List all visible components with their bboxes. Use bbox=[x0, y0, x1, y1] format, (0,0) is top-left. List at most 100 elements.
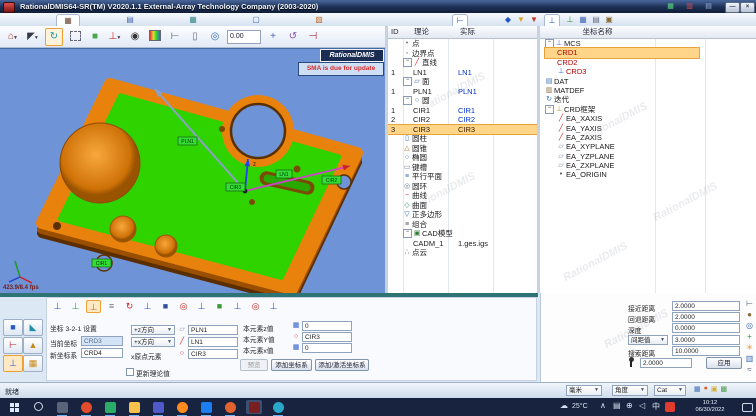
feature-label-pln1[interactable]: PLN1 bbox=[178, 137, 197, 145]
feature-tree-row[interactable]: ▯圆柱 bbox=[388, 134, 537, 144]
coord-tree-row[interactable]: ▱EA_YZPLANE bbox=[545, 152, 699, 161]
zoom-search-icon[interactable]: ◎ bbox=[207, 29, 223, 45]
wechat-icon[interactable] bbox=[102, 400, 118, 414]
update-theoretical-checkbox[interactable]: 更新理论值 bbox=[126, 363, 170, 381]
feature-tree-row[interactable]: −╱直线 bbox=[388, 58, 537, 68]
select-cursor-icon[interactable]: ◤▼ bbox=[25, 29, 41, 45]
z-direction-field[interactable]: PLN1 bbox=[188, 325, 238, 335]
feature-tree-row[interactable]: −▱面 bbox=[388, 77, 537, 87]
feature-tree-row[interactable]: 1CIR1CIR1 bbox=[388, 106, 537, 116]
coord-tree-row[interactable]: CRD1 bbox=[545, 48, 699, 57]
model-import-icon[interactable]: ■ bbox=[87, 29, 103, 45]
link-status-icon[interactable]: ▩ bbox=[720, 385, 727, 393]
csys-axes-icon[interactable]: ⊥ bbox=[140, 300, 155, 313]
depth-field[interactable]: 0.0000 bbox=[672, 323, 740, 333]
csys-translate-icon[interactable]: ⊥ bbox=[194, 300, 209, 313]
grid-icon[interactable]: ▦ bbox=[576, 14, 590, 25]
coord-tree-row[interactable]: ▱EA_ZXPLANE bbox=[545, 161, 699, 170]
coord-tree-row[interactable]: ⊥CRD3 bbox=[545, 67, 699, 76]
workstation-icon[interactable]: ▤ bbox=[702, 2, 715, 11]
cad-scene[interactable]: z PLN1 CIR3 LN1 CIR2 CIR1 bbox=[0, 49, 385, 294]
feature-tree-row[interactable]: CADM_11.ges.igs bbox=[388, 239, 537, 249]
feature-label-ln1[interactable]: LN1 bbox=[276, 170, 292, 178]
csys-offset-icon[interactable]: ≡ bbox=[104, 300, 119, 313]
probe-icon[interactable]: ⊢ bbox=[167, 29, 183, 45]
csys-iterate-icon[interactable]: ◎ bbox=[176, 300, 191, 313]
app-icon[interactable] bbox=[3, 2, 15, 13]
offset-input[interactable]: 0.00 bbox=[227, 30, 261, 44]
linear-unit-dropdown[interactable]: 毫米▼ bbox=[566, 385, 602, 396]
feature-label-cir2[interactable]: CIR2 bbox=[322, 176, 341, 184]
clip-plane-icon[interactable]: + bbox=[265, 29, 281, 45]
feature-tree-row[interactable]: ◇曲面 bbox=[388, 201, 537, 211]
close-button[interactable]: × bbox=[740, 2, 755, 13]
pocket-circle[interactable] bbox=[60, 123, 140, 203]
grid-status-icon[interactable]: ▦ bbox=[694, 385, 701, 393]
hand-probe-icon[interactable]: ● bbox=[744, 310, 755, 320]
feature-label-cir1[interactable]: CIR1 bbox=[92, 259, 111, 267]
ime-indicator[interactable]: 中 bbox=[652, 401, 660, 412]
checkbox-icon[interactable] bbox=[126, 368, 134, 376]
feature-tree-row[interactable]: ◦边界点 bbox=[388, 49, 537, 59]
feature-tree-row[interactable]: ~曲线 bbox=[388, 191, 537, 201]
coord-tree-row[interactable]: ▥MATDEF bbox=[545, 86, 687, 95]
apply-button[interactable]: 应用 bbox=[706, 357, 742, 369]
coord-tree-row[interactable]: •EA_ORIGIN bbox=[545, 170, 699, 179]
new-coord-field[interactable]: CRD4 bbox=[81, 348, 123, 358]
cube-probe-icon[interactable]: ■ bbox=[3, 319, 23, 336]
add-coord-button[interactable]: 添加坐标系 bbox=[271, 359, 312, 371]
add-activate-coord-button[interactable]: 添加/激活坐标系 bbox=[315, 359, 369, 371]
chart-icon[interactable]: ▥ bbox=[744, 354, 755, 364]
coord-axes-icon[interactable]: ⊥ bbox=[544, 14, 560, 26]
expander-icon[interactable]: − bbox=[403, 229, 412, 238]
z-direction-dropdown[interactable]: +z方向▼ bbox=[131, 325, 175, 335]
coord-tree-row[interactable]: ▱EA_XYPLANE bbox=[545, 142, 699, 151]
x-value-field[interactable]: 0 bbox=[302, 343, 352, 353]
feature-tree-row[interactable]: ○椭圆 bbox=[388, 153, 537, 163]
tab-report-tab-icon[interactable]: ▤ bbox=[119, 14, 141, 25]
angle-unit-dropdown[interactable]: 角度▼ bbox=[612, 385, 648, 396]
export-icon[interactable]: ▣ bbox=[602, 14, 616, 25]
feature-tree-row[interactable]: −○圆 bbox=[388, 96, 537, 106]
settings-icon[interactable]: ≈ bbox=[744, 365, 755, 375]
probe-head-icon[interactable]: ⊣ bbox=[305, 29, 321, 45]
start-button[interactable] bbox=[6, 400, 22, 414]
csys-321-setup-icon[interactable]: ⊥ bbox=[86, 300, 101, 313]
machine-csys-icon[interactable]: ⊥ bbox=[266, 300, 281, 313]
delete-icon[interactable]: ▯ bbox=[187, 29, 203, 45]
coord-tree-row[interactable]: ╱EA_YAXIS bbox=[545, 124, 699, 133]
csys-point-line-plane-icon[interactable]: ⊥ bbox=[68, 300, 83, 313]
feature-tree-row[interactable]: ≡平行平面 bbox=[388, 172, 537, 182]
tab-table-tab-icon[interactable]: ▦ bbox=[182, 14, 204, 25]
weather-icon[interactable]: ☁ bbox=[560, 401, 568, 410]
x-direction-dropdown[interactable]: +x方向▼ bbox=[131, 337, 175, 347]
expander-icon[interactable]: − bbox=[545, 105, 554, 114]
probe-red-icon[interactable]: ⊢ bbox=[3, 337, 23, 354]
shield-360-icon[interactable] bbox=[78, 400, 94, 414]
colormap-icon[interactable] bbox=[147, 29, 163, 45]
feature-tree-row[interactable]: 3CIR3CIR3 bbox=[388, 125, 537, 135]
feature-tree-row[interactable]: 1LN1LN1 bbox=[388, 68, 537, 78]
rationaldmis-icon[interactable] bbox=[246, 400, 262, 414]
coord-tree-row[interactable]: ╱EA_ZAXIS bbox=[545, 133, 699, 142]
feature-tree-row[interactable]: ∴点云 bbox=[388, 248, 537, 258]
minimize-button[interactable]: — bbox=[725, 2, 740, 13]
csys-label-icon[interactable]: ⊥ bbox=[230, 300, 245, 313]
notification-icon[interactable] bbox=[742, 403, 753, 412]
tab-machine-tab-icon[interactable]: ▦ bbox=[56, 14, 80, 26]
feature-tree-row[interactable]: ▽正多边形 bbox=[388, 210, 537, 220]
keyboard-icon[interactable]: ▤ bbox=[613, 401, 621, 410]
printer-icon[interactable]: ▤ bbox=[589, 14, 603, 25]
shield-icon[interactable]: ◆ bbox=[501, 14, 515, 25]
expander-icon[interactable]: − bbox=[403, 96, 412, 105]
cat-dropdown[interactable]: Cat▼ bbox=[654, 385, 686, 396]
teams-icon[interactable] bbox=[150, 400, 166, 414]
coord-tree-row[interactable]: −⊥MCS bbox=[545, 39, 687, 48]
feature-tree-row[interactable]: −▣CAD模型 bbox=[388, 229, 537, 239]
feature-tree-row[interactable]: •点 bbox=[388, 39, 537, 49]
approach-field[interactable]: 2.0000 bbox=[672, 301, 740, 311]
search-field[interactable]: 10.0000 bbox=[672, 346, 740, 356]
clock[interactable]: 10:12 06/30/2022 bbox=[684, 400, 736, 414]
cmm-machine-icon[interactable]: ▦ bbox=[23, 355, 43, 372]
filter-icon[interactable]: ▼ bbox=[514, 14, 528, 25]
